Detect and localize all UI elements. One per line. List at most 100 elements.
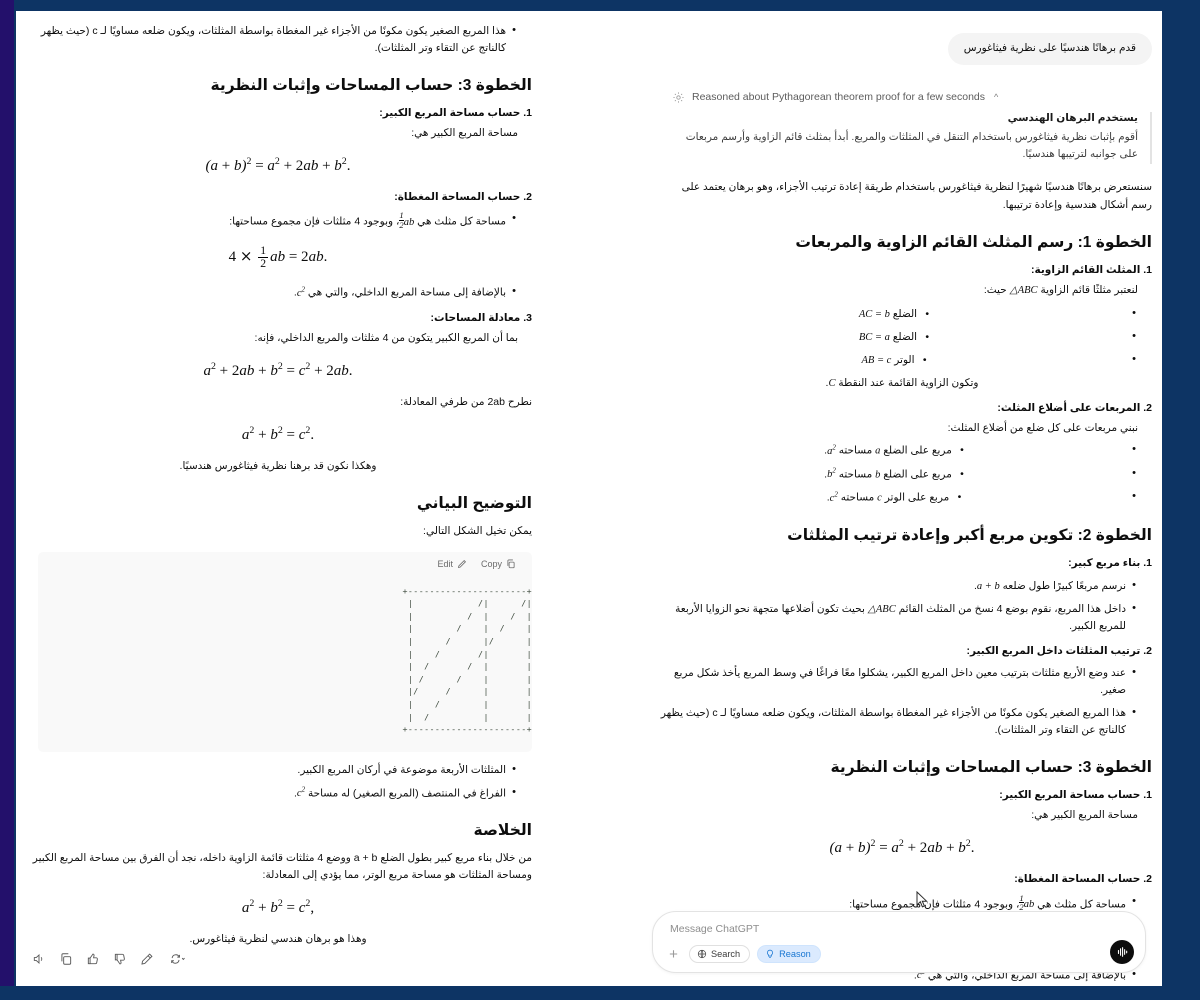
item-title: ترتيب المثلثات داخل المربع الكبير: <box>966 644 1141 657</box>
copy-button[interactable]: Copy <box>481 559 516 569</box>
diagram-heading: التوضيح البياني <box>416 494 532 512</box>
right-step3-heading: الخطوة 3: حساب المساحات وإثبات النظرية <box>830 759 1152 777</box>
left-step3-heading: الخطوة 3: حساب المساحات وإثبات النظرية <box>210 77 532 94</box>
step2-list-2: ترتيب المثلثات داخل المربع الكبير: <box>652 643 1152 660</box>
list-item: حساب المساحة المغطاة: <box>24 189 532 206</box>
step1-list-2: المربعات على أضلاع المثلث: نبني مربعات ع… <box>652 400 1152 437</box>
step2-list: بناء مربع كبير: <box>652 555 1152 572</box>
voice-mode-button[interactable] <box>1110 940 1134 964</box>
pencil-icon <box>457 559 467 569</box>
app-window: هذا المربع الصغير يكون مكونًا من الأجزاء… <box>0 0 1200 1000</box>
item-sub: نبني مربعات على كل ضلع من أضلاع المثلث: <box>947 421 1138 434</box>
edit-button[interactable]: Edit <box>437 559 467 569</box>
reasoning-header-label: Reasoned about Pythagorean theorem proof… <box>692 91 986 104</box>
ascii-diagram: +----------------------+ | /| /| | / | /… <box>402 585 532 735</box>
list-item: مساحة كل مثلث هي 12ab، وبوجود 4 مثلثات ف… <box>24 210 516 231</box>
list-item: حساب مساحة المربع الكبير: مساحة المربع ا… <box>652 787 1152 824</box>
left-step3-bullets-b: بالإضافة إلى مساحة المربع الداخلي، والتي… <box>24 284 532 302</box>
search-chip[interactable]: Search <box>689 945 751 963</box>
diagram-bullets: المثلثات الأربعة موضوعة في أركان المربع … <box>24 761 532 803</box>
thumbs-down-icon[interactable] <box>113 952 127 966</box>
list-item: • الضلع BC = a <box>652 328 1136 346</box>
step2-heading: الخطوة 2: تكوين مربع أكبر وإعادة ترتيب ا… <box>787 526 1152 544</box>
chat-page: هذا المربع الصغير يكون مكونًا من الأجزاء… <box>16 11 1162 986</box>
message-composer[interactable]: Message ChatGPT + Search Reason <box>652 911 1146 973</box>
edit-icon[interactable] <box>140 952 154 966</box>
content-columns: هذا المربع الصغير يكون مكونًا من الأجزاء… <box>16 11 1162 983</box>
read-aloud-icon[interactable] <box>32 952 46 966</box>
item-sub: لنعتبر مثلثًا قائم الزاوية △ABC حيث: <box>983 283 1138 296</box>
reasoning-text: أقوم بإثبات نظرية فيثاغورس باستخدام التن… <box>685 130 1138 161</box>
regenerate-icon[interactable] <box>167 952 188 966</box>
list-item: نرسم مربعًا كبيرًا طول ضلعه a + b. <box>652 577 1136 595</box>
item-title: المثلث القائم الزاوية: <box>1030 264 1141 277</box>
diagram-intro: يمكن تخيل الشكل التالي: <box>423 524 532 537</box>
edit-label: Edit <box>437 558 453 569</box>
add-attachment-button[interactable]: + <box>665 946 682 963</box>
item-sub: مساحة المربع الكبير هي: <box>1031 809 1138 822</box>
globe-icon <box>697 949 707 959</box>
thumbs-up-icon[interactable] <box>86 952 100 966</box>
conclusion-text: من خلال بناء مربع كبير بطول الضلع a + b … <box>32 852 532 882</box>
list-item: • الضلع AC = b <box>652 305 1136 323</box>
left-subtract-note: نطرح 2ab من طرفي المعادلة: <box>400 395 532 408</box>
reason-chip-label: Reason <box>779 949 811 959</box>
list-item: • مربع على الضلع b مساحته b2. <box>652 465 1136 484</box>
code-block: Edit Copy +----------------------+ | /| … <box>38 551 532 752</box>
user-message-row: قدم برهانًا هندسيًا على نظرية فيثاغورس <box>652 33 1152 65</box>
code-block-toolbar: Edit Copy <box>38 552 532 571</box>
copy-icon[interactable] <box>59 952 73 966</box>
item-title: المربعات على أضلاع المثلث: <box>997 401 1141 414</box>
list-item: هذا المربع الصغير يكون مكونًا من الأجزاء… <box>652 704 1136 739</box>
left-step3-list: حساب مساحة المربع الكبير: مساحة المربع ا… <box>24 105 532 142</box>
item-title: حساب المساحة المغطاة: <box>394 190 521 203</box>
window-right-rail <box>1162 0 1200 1000</box>
right-content-column: قدم برهانًا هندسيًا على نظرية فيثاغورس R… <box>652 11 1152 986</box>
user-message-bubble: قدم برهانًا هندسيًا على نظرية فيثاغورس <box>947 33 1152 65</box>
item-title: بناء مربع كبير: <box>1068 556 1141 569</box>
item-title: حساب مساحة المربع الكبير: <box>379 106 521 119</box>
item-title: حساب المساحة المغطاة: <box>1014 872 1141 885</box>
left-top-bullet-list: هذا المربع الصغير يكون مكونًا من الأجزاء… <box>24 22 532 57</box>
item-title: معادلة المساحات: <box>430 311 521 324</box>
left-content-column: هذا المربع الصغير يكون مكونًا من الأجزاء… <box>24 11 532 953</box>
reasoning-summary: سنستعرض برهانًا هندسيًا شهيرًا لنظرية في… <box>681 181 1152 211</box>
list-item: حساب المساحة المغطاة: <box>652 871 1152 888</box>
list-item: هذا المربع الصغير يكون مكونًا من الأجزاء… <box>24 22 516 57</box>
copy-label: Copy <box>480 558 502 569</box>
list-item: • مربع على الوتر c مساحته c2. <box>652 488 1136 507</box>
left-equation-4: a2 + b2 = c2. <box>241 424 315 443</box>
item-title: حساب مساحة المربع الكبير: <box>999 789 1141 802</box>
conclusion-final: وهذا هو برهان هندسي لنظرية فيثاغورس. <box>189 933 367 946</box>
right-step3-list-2: حساب المساحة المغطاة: <box>652 871 1152 888</box>
step2-bullets-1: نرسم مربعًا كبيرًا طول ضلعه a + b. داخل … <box>652 577 1152 635</box>
list-item: معادلة المساحات: بما أن المربع الكبير يت… <box>24 310 532 347</box>
reasoning-block: Reasoned about Pythagorean theorem proof… <box>652 91 1152 215</box>
window-top-bar <box>14 0 1200 10</box>
left-equation-2: 4 × 1 2 ab = 2ab. <box>228 243 328 271</box>
chevron-up-icon[interactable]: ^ <box>994 92 998 102</box>
list-item: عند وضع الأربع مثلثات بترتيب معين داخل ا… <box>652 664 1136 699</box>
list-item: المثلث القائم الزاوية: لنعتبر مثلثًا قائ… <box>652 262 1152 300</box>
step2-bullets-2: عند وضع الأربع مثلثات بترتيب معين داخل ا… <box>652 664 1152 739</box>
left-step3-bullets-a: مساحة كل مثلث هي 12ab، وبوجود 4 مثلثات ف… <box>24 210 532 231</box>
left-equation-3: a2 + 2ab + b2 = c2 + 2ab. <box>203 360 353 379</box>
step1-note: وتكون الزاوية القائمة عند النقطة C. <box>825 376 979 389</box>
list-item: حساب مساحة المربع الكبير: مساحة المربع ا… <box>24 105 532 142</box>
composer-tools: + Search Reason <box>665 945 821 963</box>
item-sub: بما أن المربع الكبير يتكون من 4 مثلثات و… <box>254 331 518 344</box>
list-item: المربعات على أضلاع المثلث: نبني مربعات ع… <box>652 400 1152 437</box>
right-step3-list: حساب مساحة المربع الكبير: مساحة المربع ا… <box>652 787 1152 824</box>
left-closing-note: وهكذا نكون قد برهنا نظرية فيثاغورس هندسي… <box>179 459 377 472</box>
step1-list: المثلث القائم الزاوية: لنعتبر مثلثًا قائ… <box>652 262 1152 300</box>
list-item: المثلثات الأربعة موضوعة في أركان المربع … <box>24 761 516 779</box>
list-item: بالإضافة إلى مساحة المربع الداخلي، والتي… <box>24 284 516 302</box>
list-item: • الوتر AB = c <box>652 351 1136 369</box>
left-step3-list-3: معادلة المساحات: بما أن المربع الكبير يت… <box>24 310 532 347</box>
copy-icon <box>506 559 516 569</box>
list-item: • مربع على الضلع a مساحته a2. <box>652 441 1136 460</box>
reason-chip[interactable]: Reason <box>757 945 821 963</box>
reasoning-body: يستخدم البرهان الهندسي أقوم بإثبات نظرية… <box>674 111 1152 164</box>
reasoning-header[interactable]: Reasoned about Pythagorean theorem proof… <box>672 91 1152 104</box>
gear-icon <box>672 91 685 104</box>
